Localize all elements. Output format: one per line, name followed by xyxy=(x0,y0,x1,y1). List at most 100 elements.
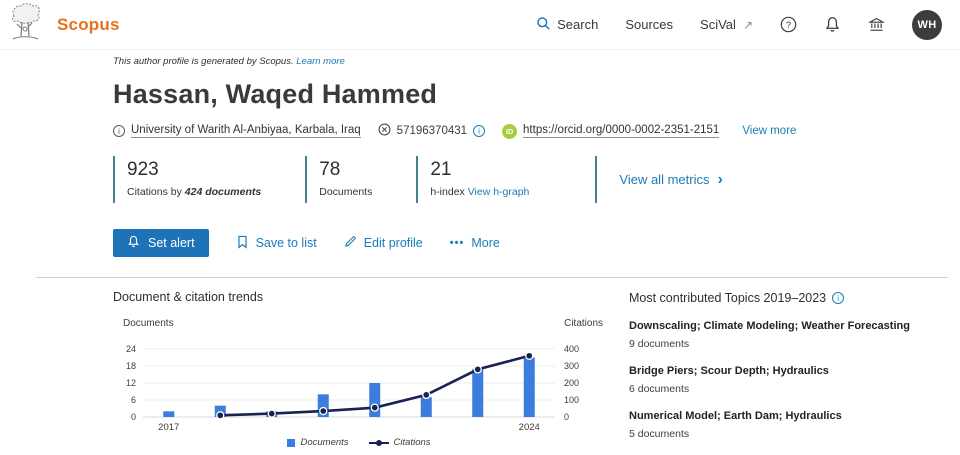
nav-search[interactable]: Search xyxy=(536,16,598,34)
actions-row: Set alert Save to list Edit profile ••• … xyxy=(113,229,944,257)
documents-bar xyxy=(524,358,535,418)
nav-sources[interactable]: Sources xyxy=(625,17,673,32)
author-id-value: 57196370431 xyxy=(397,125,467,137)
x-tick-label: 2017 xyxy=(158,422,179,433)
citations-metric: 923 Citations by 424 documents xyxy=(113,156,283,203)
documents-bar xyxy=(472,369,483,417)
scopus-brand[interactable]: Scopus xyxy=(8,2,120,47)
right-tick-label: 200 xyxy=(564,378,579,388)
ellipsis-icon: ••• xyxy=(450,237,465,249)
disclaimer-text: This author profile is generated by Scop… xyxy=(113,56,294,67)
chevron-right-icon: › xyxy=(717,172,722,188)
topic-name: Downscaling; Climate Modeling; Weather F… xyxy=(629,320,944,332)
save-to-list-label: Save to list xyxy=(256,236,317,250)
affiliation-link[interactable]: University of Warith Al-Anbiyaa, Karbala… xyxy=(131,124,361,138)
citations-point xyxy=(268,410,275,417)
topic-item: Bridge Piers; Scour Depth; Hydraulics 6 … xyxy=(629,365,944,395)
orcid-link[interactable]: https://orcid.org/0000-0002-2351-2151 xyxy=(523,124,719,138)
left-tick-label: 12 xyxy=(126,378,136,388)
topic-item: Downscaling; Climate Modeling; Weather F… xyxy=(629,320,944,350)
save-to-list-button[interactable]: Save to list xyxy=(236,235,317,252)
lower-section: Document & citation trends Documents Cit… xyxy=(0,278,960,448)
nav-scival-label: SciVal xyxy=(700,17,736,32)
right-tick-label: 0 xyxy=(564,412,569,422)
profile-disclaimer: This author profile is generated by Scop… xyxy=(113,56,944,67)
legend-documents: Documents xyxy=(287,437,348,448)
right-axis-label: Citations xyxy=(564,318,603,329)
hindex-value: 21 xyxy=(430,159,529,181)
left-tick-label: 6 xyxy=(131,395,136,405)
documents-bar xyxy=(369,383,380,417)
search-icon xyxy=(536,16,551,34)
orcid-item: iD https://orcid.org/0000-0002-2351-2151 xyxy=(502,124,719,139)
topics-title-row: Most contributed Topics 2019–2023 i xyxy=(629,291,944,305)
hindex-label: h-index View h-graph xyxy=(430,186,529,198)
citations-point xyxy=(371,404,378,411)
view-h-graph-link[interactable]: View h-graph xyxy=(468,186,530,198)
profile-section: This author profile is generated by Scop… xyxy=(0,50,960,257)
more-button[interactable]: ••• More xyxy=(450,236,500,250)
nav-sources-label: Sources xyxy=(625,17,673,32)
topic-name: Bridge Piers; Scour Depth; Hydraulics xyxy=(629,365,944,377)
legend-documents-label: Documents xyxy=(300,437,348,448)
pencil-icon xyxy=(344,235,357,251)
notifications-bell-button[interactable] xyxy=(824,16,841,33)
right-tick-label: 100 xyxy=(564,395,579,405)
left-tick-label: 0 xyxy=(131,412,136,422)
bookmark-icon xyxy=(236,235,249,252)
svg-text:?: ? xyxy=(786,20,791,31)
topics-info-icon[interactable]: i xyxy=(832,292,844,304)
external-link-icon: ↗ xyxy=(743,18,753,32)
citations-swatch-icon xyxy=(369,439,389,447)
topic-name: Numerical Model; Earth Dam; Hydraulics xyxy=(629,410,944,422)
metrics-row: 923 Citations by 424 documents 78 Docume… xyxy=(113,156,944,203)
author-name: Hassan, Waqed Hammed xyxy=(113,79,944,110)
legend-citations-label: Citations xyxy=(394,437,431,448)
elsevier-tree-logo-icon xyxy=(8,2,42,47)
author-id-item: 57196370431 i xyxy=(378,123,485,139)
view-more-link[interactable]: View more xyxy=(742,125,796,137)
citations-value: 923 xyxy=(127,159,261,181)
trends-chart-panel: Document & citation trends Documents Cit… xyxy=(113,290,605,448)
learn-more-link[interactable]: Learn more xyxy=(296,56,345,67)
help-button[interactable]: ? xyxy=(780,16,797,33)
edit-profile-button[interactable]: Edit profile xyxy=(344,235,423,251)
edit-profile-label: Edit profile xyxy=(364,236,423,250)
institution-button[interactable] xyxy=(868,16,885,33)
alert-bell-icon xyxy=(127,235,140,251)
chart-title: Document & citation trends xyxy=(113,290,605,304)
citations-point xyxy=(474,366,481,373)
citations-label-bold: 424 documents xyxy=(185,186,261,198)
author-id-info-icon[interactable]: i xyxy=(473,125,485,137)
legend-citations: Citations xyxy=(369,437,431,448)
citations-label: Citations by 424 documents xyxy=(127,186,261,198)
scopus-wordmark: Scopus xyxy=(57,15,120,35)
view-all-metrics-link[interactable]: View all metrics › xyxy=(595,156,722,203)
topics-panel: Most contributed Topics 2019–2023 i Down… xyxy=(629,290,944,448)
right-tick-label: 400 xyxy=(564,344,579,354)
affiliation-info-icon[interactable]: i xyxy=(113,125,125,137)
citations-point xyxy=(526,352,533,359)
chart-axis-labels: Documents Citations xyxy=(113,318,605,329)
citations-point xyxy=(217,412,224,419)
trends-chart-svg: 06121824010020030040020172024 xyxy=(113,331,605,437)
documents-swatch-icon xyxy=(287,439,295,447)
user-avatar[interactable]: WH xyxy=(912,10,942,40)
right-tick-label: 300 xyxy=(564,361,579,371)
chart-legend: Documents Citations xyxy=(113,437,605,448)
topic-count: 9 documents xyxy=(629,338,944,350)
citations-point xyxy=(423,391,430,398)
left-tick-label: 18 xyxy=(126,361,136,371)
nav-search-label: Search xyxy=(557,17,598,32)
header-nav: Search Sources SciVal ↗ ? WH xyxy=(536,10,942,40)
more-label: More xyxy=(471,236,499,250)
documents-bar xyxy=(421,397,432,417)
topics-title: Most contributed Topics 2019–2023 xyxy=(629,291,826,305)
orcid-icon: iD xyxy=(502,124,517,139)
documents-bar xyxy=(163,411,174,417)
set-alert-button[interactable]: Set alert xyxy=(113,229,209,257)
citations-point xyxy=(320,408,327,415)
view-all-metrics-label: View all metrics xyxy=(619,172,709,187)
topic-count: 6 documents xyxy=(629,383,944,395)
nav-scival[interactable]: SciVal ↗ xyxy=(700,17,753,32)
